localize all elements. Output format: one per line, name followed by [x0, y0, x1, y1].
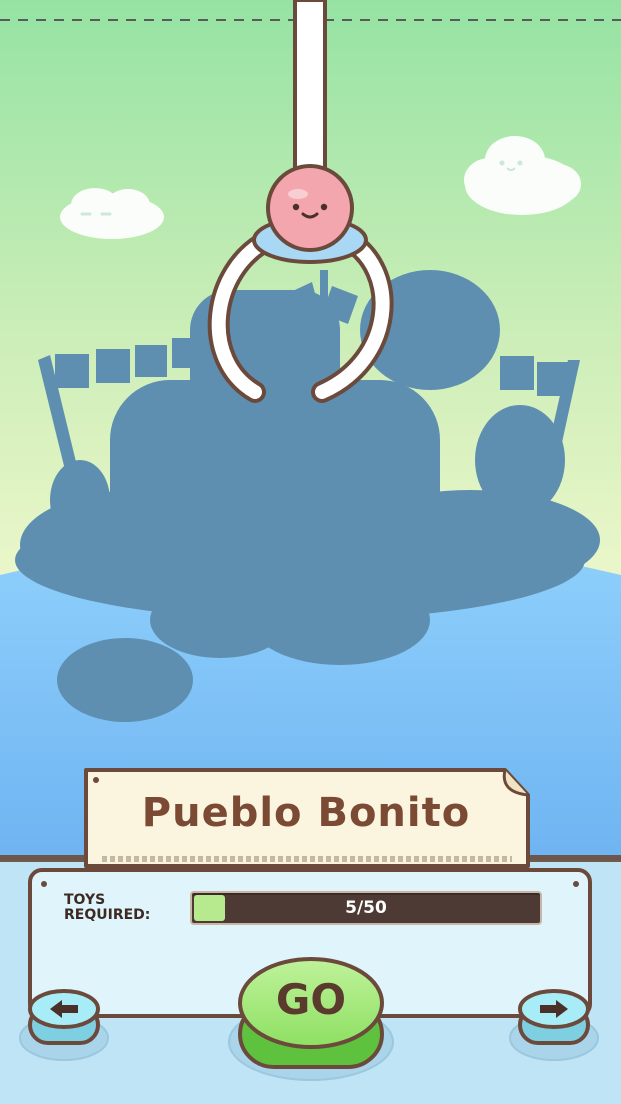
level-name: Pueblo Bonito	[141, 790, 471, 836]
arrow-right-icon	[518, 989, 590, 1045]
claw-face-icon	[266, 164, 354, 252]
toys-progress-bar: 5/50	[190, 891, 542, 925]
next-level-button[interactable]	[514, 985, 594, 1051]
toys-progress-text: 5/50	[345, 898, 387, 918]
game-scene	[0, 0, 621, 1104]
toys-required-label: TOYS REQUIRED:	[64, 892, 151, 923]
arrow-left-icon	[28, 989, 100, 1045]
previous-level-button[interactable]	[24, 985, 104, 1051]
go-label: GO	[275, 975, 347, 1024]
go-button[interactable]: GO	[236, 955, 386, 1075]
claw-cable	[293, 0, 327, 187]
